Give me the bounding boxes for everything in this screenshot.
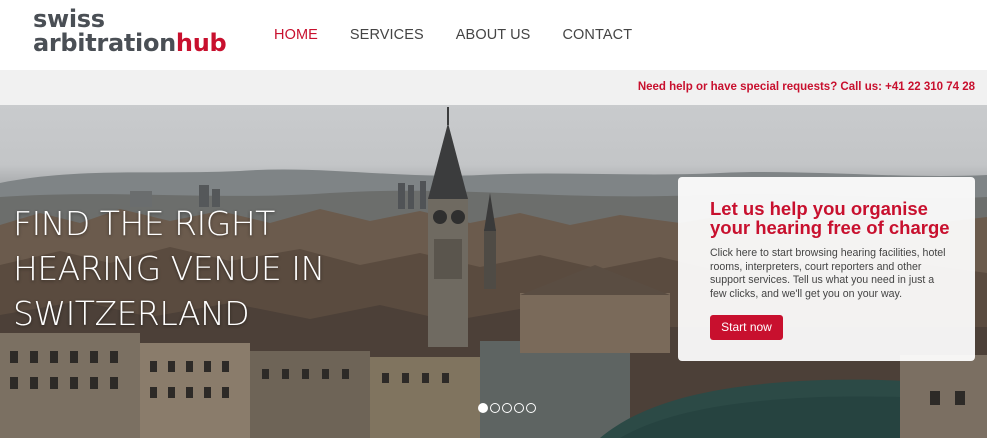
nav-services[interactable]: SERVICES — [350, 27, 424, 43]
carousel-dot-5[interactable] — [526, 403, 536, 413]
help-bar: Need help or have special requests? Call… — [0, 70, 987, 105]
logo-line2: arbitrationhub — [33, 29, 227, 57]
logo-accent: hub — [175, 29, 227, 57]
hero-title: FIND THE RIGHT HEARING VENUE IN SWITZERL… — [13, 204, 325, 333]
nav-contact[interactable]: CONTACT — [562, 27, 632, 43]
carousel-dots — [478, 403, 538, 413]
promo-heading: Let us help you organise your hearing fr… — [710, 198, 950, 238]
nav-about-us[interactable]: ABOUT US — [456, 27, 531, 43]
start-now-button[interactable]: Start now — [710, 315, 783, 340]
help-phone-text[interactable]: Need help or have special requests? Call… — [638, 81, 975, 93]
carousel-dot-1[interactable] — [478, 403, 488, 413]
carousel-dot-4[interactable] — [514, 403, 524, 413]
site-header: swiss arbitrationhub HOME SERVICES ABOUT… — [0, 0, 987, 70]
logo-main: arbitration — [33, 29, 176, 57]
promo-card: Let us help you organise your hearing fr… — [678, 177, 975, 361]
promo-body: Click here to start browsing hearing fac… — [710, 247, 946, 300]
nav-home[interactable]: HOME — [274, 27, 318, 43]
carousel-dot-2[interactable] — [490, 403, 500, 413]
hero-banner: FIND THE RIGHT HEARING VENUE IN SWITZERL… — [0, 105, 987, 438]
main-nav: HOME SERVICES ABOUT US CONTACT — [274, 27, 664, 43]
logo[interactable]: swiss arbitrationhub — [33, 7, 227, 57]
carousel-dot-3[interactable] — [502, 403, 512, 413]
